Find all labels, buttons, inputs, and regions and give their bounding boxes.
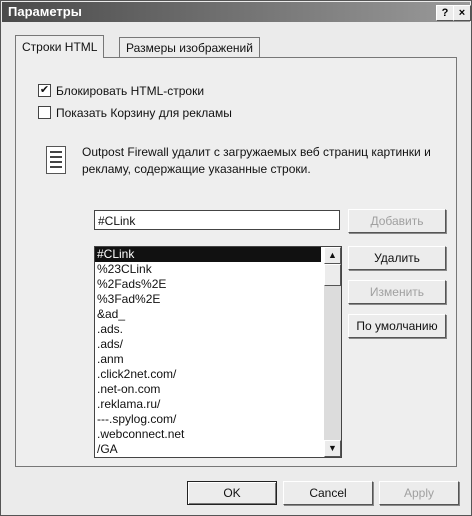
list-item[interactable]: .click2net.com/ [95,367,321,382]
list-item[interactable]: .anm [95,352,321,367]
title-bar: Параметры ? × [2,2,471,22]
list-item[interactable]: .ads/ [95,337,321,352]
delete-button[interactable]: Удалить [348,246,446,270]
add-button[interactable]: Добавить [348,209,446,233]
options-dialog: Параметры ? × Строки HTML Размеры изобра… [0,0,472,516]
ok-button[interactable]: OK [187,481,277,505]
info-text: Outpost Firewall удалит с загружаемых ве… [82,145,431,176]
show-trash-checkbox[interactable] [38,106,51,119]
list-item[interactable]: %3Fad%2E [95,292,321,307]
list-item[interactable]: %23CLink [95,262,321,277]
list-item[interactable]: .net-on.com [95,382,321,397]
default-button[interactable]: По умолчанию [348,314,446,338]
list-item[interactable]: /GA [95,442,321,457]
string-input[interactable]: #CLink [94,210,340,230]
apply-button[interactable]: Apply [379,481,459,505]
close-button[interactable]: × [453,5,471,21]
strings-listbox[interactable]: #CLink %23CLink %2Fads%2E %3Fad%2E &ad_ .ads.… [94,246,342,458]
show-trash-label: Показать Корзину для рекламы [56,106,232,120]
block-html-label: Блокировать HTML-строки [56,84,205,98]
list-item[interactable]: .ads. [95,322,321,337]
window-title: Параметры [8,4,82,19]
scroll-thumb[interactable] [324,264,341,286]
tab-panel: ✔ Блокировать HTML-строки Показать Корзи… [15,57,457,467]
list-item[interactable]: #CLink [95,247,321,262]
list-scrollbar[interactable]: ▲ ▼ [324,247,341,457]
change-button[interactable]: Изменить [348,280,446,304]
tab-html-strings[interactable]: Строки HTML [15,35,105,58]
list-item[interactable]: .reklama.ru/ [95,397,321,412]
list-item[interactable]: &ad_ [95,307,321,322]
scroll-up-icon[interactable]: ▲ [324,247,341,264]
list-item[interactable]: %2Fads%2E [95,277,321,292]
cancel-button[interactable]: Cancel [283,481,373,505]
block-html-checkbox[interactable]: ✔ [38,84,51,97]
scroll-down-icon[interactable]: ▼ [324,440,341,457]
list-item[interactable]: ---.spylog.com/ [95,412,321,427]
list-item[interactable]: .webconnect.net [95,427,321,442]
document-list-icon [46,146,66,174]
help-button[interactable]: ? [436,5,454,21]
strings-list: #CLink %23CLink %2Fads%2E %3Fad%2E &ad_ .ads.… [95,247,321,457]
tab-image-sizes[interactable]: Размеры изображений [119,37,260,58]
